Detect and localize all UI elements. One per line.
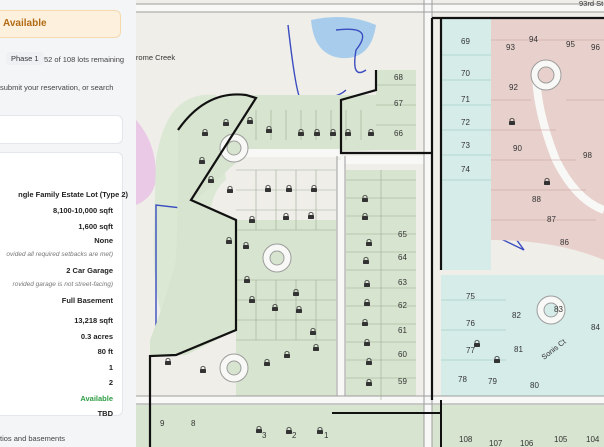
- lot-number[interactable]: 68: [394, 73, 403, 82]
- lot-number[interactable]: 90: [513, 144, 522, 153]
- lot-number[interactable]: 86: [560, 238, 569, 247]
- creek-label: Jerome Creek: [136, 53, 175, 62]
- lot-number[interactable]: 77: [466, 346, 475, 355]
- hoa-value: None: [94, 236, 113, 245]
- lot-number[interactable]: 79: [488, 377, 497, 386]
- lot-number[interactable]: 62: [398, 301, 407, 310]
- lot-details-panel: Available Phase 1 52 of 108 lots remaini…: [0, 0, 137, 447]
- availability-label: Available: [3, 18, 47, 29]
- available-lots-north[interactable]: [376, 70, 416, 150]
- cul-de-sac-island-4: [537, 66, 555, 84]
- street-label-93rd: 93rd St: [579, 0, 604, 8]
- lock-icon: [308, 211, 314, 219]
- lock-icon: [165, 357, 171, 365]
- lot-number[interactable]: 93: [506, 43, 515, 52]
- cul-de-sac-island-1: [226, 140, 242, 156]
- lot-number[interactable]: 69: [461, 37, 470, 46]
- lots-remaining-text: 52 of 108 lots remaining: [44, 55, 125, 64]
- lot-number[interactable]: 104: [586, 435, 600, 444]
- lot-number[interactable]: 94: [529, 35, 538, 44]
- detail-value-1: 1: [108, 363, 113, 372]
- availability-banner: Available: [0, 10, 121, 38]
- bottom-lots-area: [136, 405, 604, 447]
- lot-number[interactable]: 64: [398, 253, 407, 262]
- cul-de-sac-island-2: [269, 250, 285, 266]
- lot-number[interactable]: 1: [324, 431, 329, 440]
- lot-number[interactable]: 88: [532, 195, 541, 204]
- min-home-size: 1,600 sqft: [78, 222, 113, 231]
- detail-value-2: 2: [108, 378, 113, 387]
- lot-number[interactable]: 59: [398, 377, 407, 386]
- lock-icon: [265, 184, 271, 192]
- garage-value: 2 Car Garage: [66, 266, 113, 275]
- lot-number[interactable]: 106: [520, 439, 534, 447]
- lot-area-sqft: 13,218 sqft: [74, 316, 113, 325]
- lot-number[interactable]: 9: [160, 419, 165, 428]
- lot-number[interactable]: 81: [514, 345, 523, 354]
- phase-badge[interactable]: Phase 1: [6, 52, 44, 65]
- lot-number[interactable]: 2: [292, 431, 297, 440]
- footer-text: tios and basements: [0, 434, 66, 443]
- lot-number[interactable]: 67: [394, 99, 403, 108]
- cul-de-sac-island-3: [226, 360, 242, 376]
- setback-note: ovided all required setbacks are met): [6, 251, 113, 258]
- lot-number[interactable]: 105: [554, 435, 568, 444]
- search-card[interactable]: [0, 115, 123, 144]
- lot-number[interactable]: 95: [566, 40, 575, 49]
- lock-icon: [286, 184, 292, 192]
- lot-number[interactable]: 92: [509, 83, 518, 92]
- garage-note: rovided garage is not street-facing): [12, 281, 113, 288]
- lot-number[interactable]: 83: [554, 305, 563, 314]
- plan-title: ngle Family Estate Lot (Type 2): [18, 190, 128, 199]
- lock-icon: [311, 184, 317, 192]
- phase-row: Phase 1 52 of 108 lots remaining: [0, 50, 136, 68]
- lot-number[interactable]: 73: [461, 141, 470, 150]
- lock-icon: [227, 185, 233, 193]
- lot-number[interactable]: 76: [466, 319, 475, 328]
- lot-number[interactable]: 78: [458, 375, 467, 384]
- lot-number[interactable]: 74: [461, 165, 470, 174]
- lot-number[interactable]: 70: [461, 69, 470, 78]
- lot-number[interactable]: 80: [530, 381, 539, 390]
- basement-value: Full Basement: [61, 296, 113, 305]
- lot-number[interactable]: 3: [262, 431, 267, 440]
- lot-number[interactable]: 66: [394, 129, 403, 138]
- lot-number[interactable]: 60: [398, 350, 407, 359]
- frontage-value: 80 ft: [97, 347, 113, 356]
- price-value: TBD: [97, 409, 113, 418]
- lot-number[interactable]: 96: [591, 43, 600, 52]
- lot-status: Available: [80, 394, 113, 403]
- site-plan-svg[interactable]: 93rd St Sonis Ct Jerome Creek 69 70 71 7…: [136, 0, 604, 447]
- instructions-text: submit your reservation, or search: [0, 83, 114, 92]
- lot-number[interactable]: 71: [461, 95, 470, 104]
- lot-number[interactable]: 98: [583, 151, 592, 160]
- lot-number[interactable]: 82: [512, 311, 521, 320]
- lock-icon: [249, 215, 255, 223]
- lot-number[interactable]: 84: [591, 323, 600, 332]
- lock-icon: [283, 212, 289, 220]
- lock-icon: [200, 365, 206, 373]
- lot-number[interactable]: 108: [459, 435, 473, 444]
- pink-area: [136, 120, 157, 205]
- lot-number[interactable]: 107: [489, 439, 503, 447]
- lot-number[interactable]: 75: [466, 292, 475, 301]
- lot-size-range: 8,100-10,000 sqft: [52, 206, 113, 215]
- site-plan-map[interactable]: 93rd St Sonis Ct Jerome Creek 69 70 71 7…: [136, 0, 604, 447]
- lot-number[interactable]: 72: [461, 118, 470, 127]
- lot-number[interactable]: 8: [191, 419, 196, 428]
- lot-number[interactable]: 61: [398, 326, 407, 335]
- pond: [311, 16, 376, 59]
- lot-number[interactable]: 63: [398, 278, 407, 287]
- lot-number[interactable]: 65: [398, 230, 407, 239]
- lot-area-acres: 0.3 acres: [80, 332, 113, 341]
- lot-number[interactable]: 87: [547, 215, 556, 224]
